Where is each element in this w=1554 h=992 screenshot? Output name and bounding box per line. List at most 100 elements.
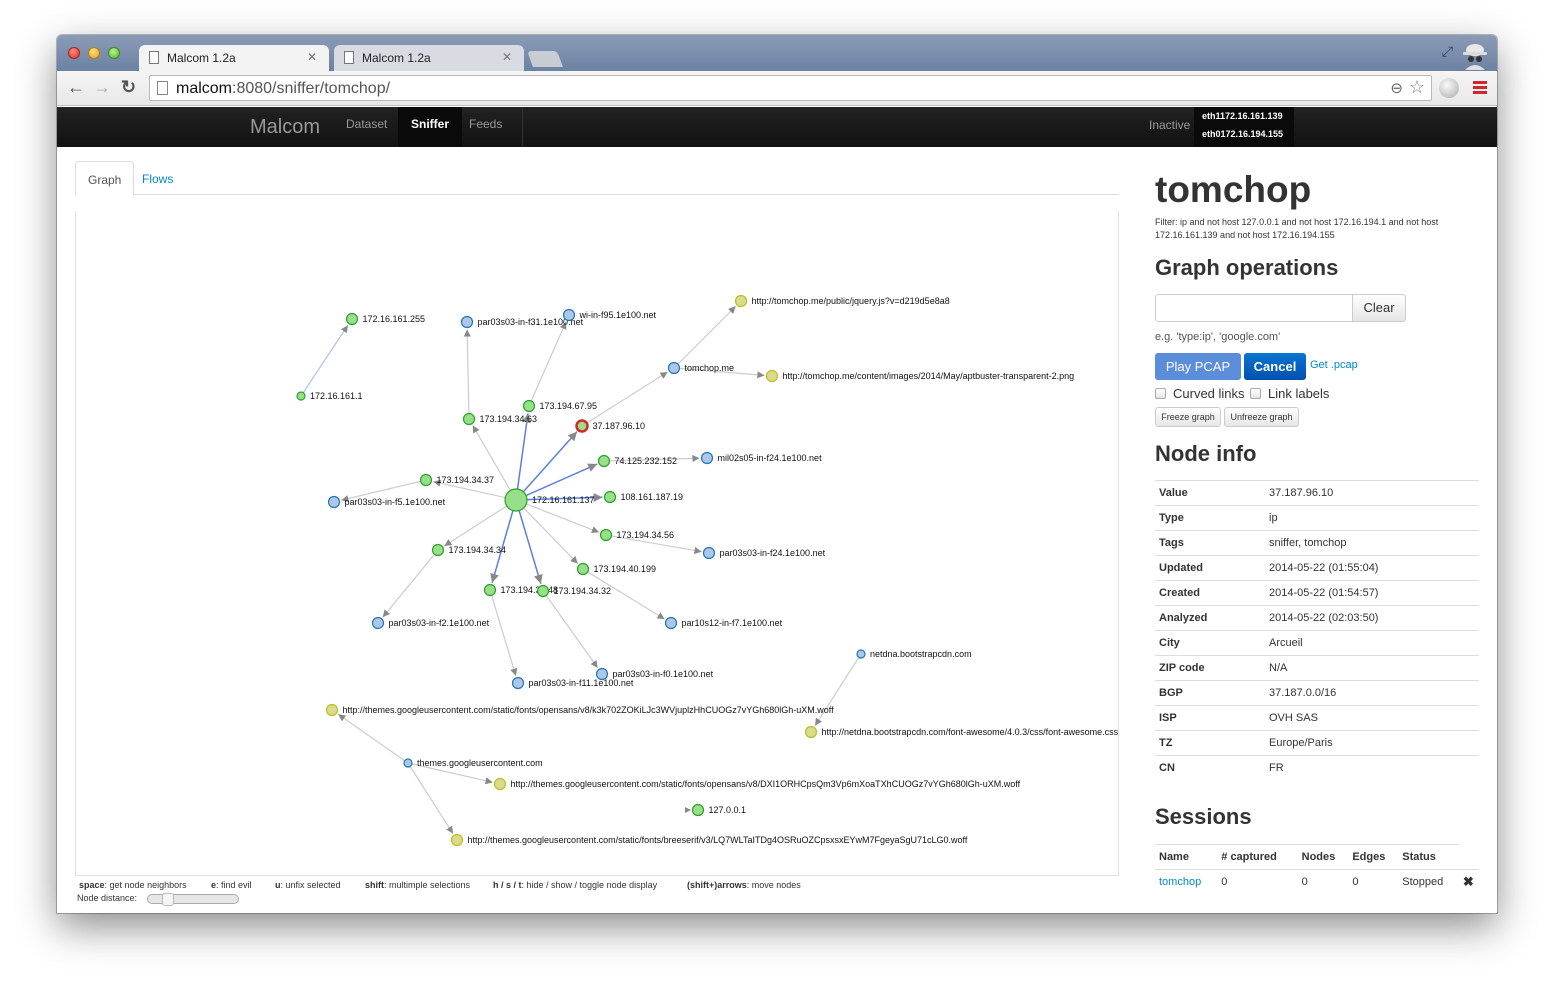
network-graph[interactable]: 172.16.161.255172.16.161.1par03s03-in-f3… <box>76 211 1120 876</box>
ip-node-circle[interactable] <box>345 312 359 326</box>
close-tab-icon[interactable]: ✕ <box>307 50 317 64</box>
graph-node[interactable]: 173.194.34.63 <box>462 412 538 426</box>
nav-sniffer[interactable]: Sniffer <box>398 107 463 147</box>
url-node-circle[interactable] <box>450 833 464 847</box>
hostname-node-circle[interactable] <box>511 676 525 690</box>
graph-node[interactable]: par03s03-in-f5.1e100.net <box>327 495 446 509</box>
hostname-node-circle[interactable] <box>460 315 474 329</box>
ip-node-circle[interactable] <box>603 490 617 504</box>
tab-flows[interactable]: Flows <box>130 161 185 195</box>
address-bar[interactable]: malcom:8080/sniffer/tomchop/ ⊖ ☆ <box>149 75 1432 101</box>
ip-node-circle[interactable] <box>599 528 613 542</box>
nav-feeds[interactable]: Feeds <box>456 107 515 147</box>
graph-node[interactable]: http://themes.googleusercontent.com/stat… <box>450 833 968 847</box>
url-node-circle[interactable] <box>493 777 507 791</box>
ip-node-circle[interactable] <box>522 399 536 413</box>
cancel-button[interactable]: Cancel <box>1244 353 1306 380</box>
graph-canvas[interactable]: 172.16.161.255 172.16.161.1 par03s03-in-f3… <box>75 211 1119 876</box>
zoom-icon[interactable]: ⊖ <box>1390 79 1403 97</box>
delete-session-icon[interactable]: ✖ <box>1459 870 1479 895</box>
curved-links-checkbox[interactable] <box>1155 388 1166 399</box>
graph-node[interactable]: 172.16.161.137 <box>504 488 595 512</box>
graph-node[interactable]: mil02s05-in-f24.1e100.net <box>700 451 823 465</box>
graph-node[interactable]: par10s12-in-f7.1e100.net <box>664 616 783 630</box>
hostname-node-circle[interactable] <box>702 546 716 560</box>
graph-node[interactable]: par03s03-in-f24.1e100.net <box>702 546 826 560</box>
new-tab-button[interactable] <box>527 51 563 67</box>
ip-node-circle[interactable] <box>296 391 306 401</box>
brand-logo[interactable]: Malcom <box>250 116 320 139</box>
hostname-node-circle[interactable] <box>403 758 413 768</box>
hostname-node-circle[interactable] <box>562 308 576 322</box>
reload-icon[interactable]: ↻ <box>121 77 136 98</box>
url-node-circle[interactable] <box>325 703 339 717</box>
graph-node[interactable]: 173.194.34.34 <box>431 543 507 557</box>
hostname-node-circle[interactable] <box>371 616 385 630</box>
maximize-window-button[interactable] <box>108 47 120 59</box>
unfreeze-graph-button[interactable]: Unfreeze graph <box>1224 407 1299 427</box>
close-window-button[interactable] <box>68 47 80 59</box>
hostname-node-circle[interactable] <box>700 451 714 465</box>
hostname-node-circle[interactable] <box>667 361 681 375</box>
ip-node-circle[interactable] <box>462 412 476 426</box>
ip-node-circle[interactable] <box>483 583 497 597</box>
nav-dataset[interactable]: Dataset <box>333 107 400 147</box>
graph-node[interactable]: tomchop.me <box>667 361 735 375</box>
graph-node[interactable]: 172.16.161.255 <box>345 312 426 326</box>
ip-node-circle[interactable] <box>419 473 433 487</box>
nav-divider <box>522 107 523 147</box>
graph-node[interactable]: http://tomchop.me/content/images/2014/Ma… <box>765 369 1075 383</box>
forward-icon[interactable]: → <box>93 77 111 98</box>
node-info-row: Tags sniffer, tomchop <box>1155 530 1479 556</box>
ip-node-circle[interactable] <box>597 454 611 468</box>
col-captured: # captured <box>1217 844 1298 870</box>
tab-graph[interactable]: Graph <box>75 161 135 196</box>
ip-node-circle[interactable] <box>431 543 445 557</box>
play-pcap-button[interactable]: Play PCAP <box>1155 353 1241 380</box>
node-info-key: Tags <box>1155 530 1265 556</box>
graph-node[interactable]: http://themes.googleusercontent.com/stat… <box>325 703 835 717</box>
ip-node-circle[interactable] <box>504 488 528 512</box>
node-distance-slider[interactable] <box>147 893 239 906</box>
browser-tab-2[interactable]: Malcom 1.2a ✕ <box>334 45 524 71</box>
hostname-node-circle[interactable] <box>856 649 866 659</box>
graph-node[interactable]: 37.187.96.10 <box>575 419 646 433</box>
graph-node[interactable]: par03s03-in-f2.1e100.net <box>371 616 490 630</box>
url-node-circle[interactable] <box>734 294 748 308</box>
freeze-graph-button[interactable]: Freeze graph <box>1155 407 1221 427</box>
session-link[interactable]: tomchop <box>1159 876 1201 888</box>
slider-handle[interactable] <box>162 893 174 906</box>
graph-node[interactable]: http://themes.googleusercontent.com/stat… <box>493 777 1021 791</box>
hamburger-menu-icon[interactable] <box>1473 81 1487 96</box>
clear-button[interactable]: Clear <box>1352 294 1406 322</box>
ip-node-circle[interactable] <box>575 419 589 433</box>
close-tab-icon[interactable]: ✕ <box>502 50 512 64</box>
minimize-window-button[interactable] <box>88 47 100 59</box>
ip-node-circle[interactable] <box>536 584 550 598</box>
graph-node[interactable]: 108.161.187.19 <box>603 490 684 504</box>
fullscreen-icon[interactable]: ⤢ <box>1442 43 1453 60</box>
graph-node[interactable]: http://tomchop.me/public/jquery.js?v=d21… <box>734 294 950 308</box>
ip-node-circle[interactable] <box>691 803 705 817</box>
graph-node[interactable]: 173.194.34.37 <box>419 473 495 487</box>
graph-node[interactable]: 172.16.161.1 <box>296 391 363 401</box>
bookmark-star-icon[interactable]: ☆ <box>1409 77 1425 98</box>
graph-node[interactable]: themes.googleusercontent.com <box>403 758 543 768</box>
graph-node[interactable]: netdna.bootstrapcdn.com <box>856 649 972 659</box>
graph-node[interactable]: http://netdna.bootstrapcdn.com/font-awes… <box>804 725 1119 739</box>
graph-node[interactable]: 173.194.34.56 <box>599 528 675 542</box>
get-pcap-link[interactable]: Get .pcap <box>1310 359 1358 371</box>
back-icon[interactable]: ← <box>67 77 85 98</box>
graph-node[interactable]: par03s03-in-f11.1e100.net <box>511 676 634 690</box>
hostname-node-circle[interactable] <box>327 495 341 509</box>
graph-node[interactable]: 127.0.0.1 <box>691 803 747 817</box>
link-labels-checkbox[interactable] <box>1250 388 1261 399</box>
url-node-circle[interactable] <box>765 369 779 383</box>
graph-node[interactable]: 173.194.67.95 <box>522 399 598 413</box>
url-node-circle[interactable] <box>804 725 818 739</box>
hostname-node-circle[interactable] <box>664 616 678 630</box>
ip-node-circle[interactable] <box>576 562 590 576</box>
globe-extension-icon[interactable] <box>1439 78 1459 98</box>
graph-search-input[interactable] <box>1155 294 1353 322</box>
browser-tab-1[interactable]: Malcom 1.2a ✕ <box>139 45 329 71</box>
